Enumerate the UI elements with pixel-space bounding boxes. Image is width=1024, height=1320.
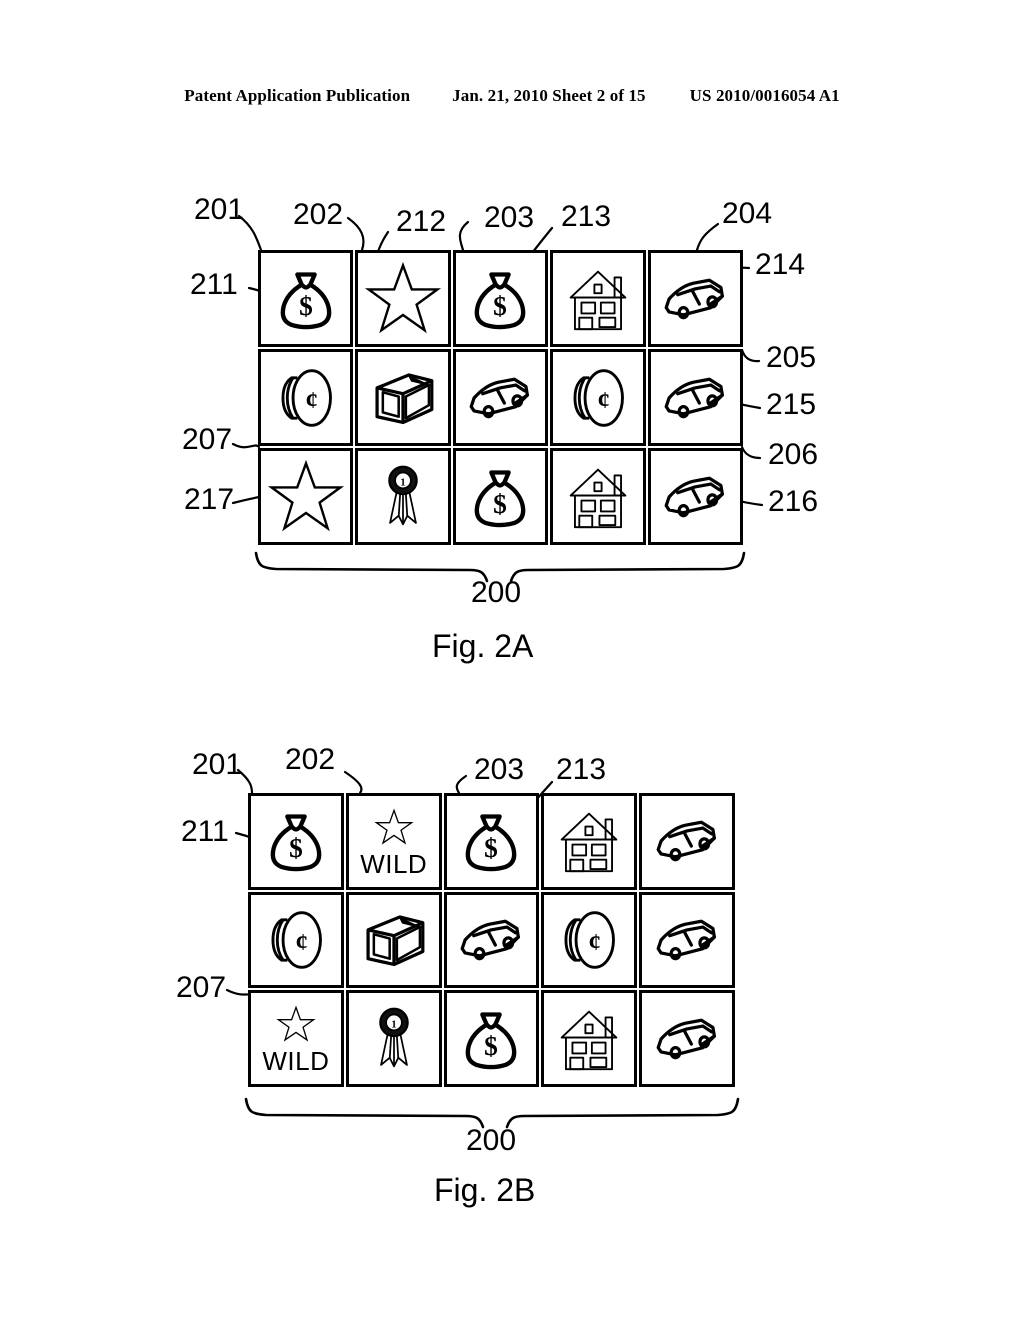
money-bag-symbol-icon: $ (455, 805, 527, 877)
house-symbol-icon (553, 1003, 625, 1075)
ref-213-fig2b: 213 (556, 753, 607, 786)
svg-text:$: $ (485, 833, 499, 863)
figure-2b-caption: Fig. 2B (434, 1172, 536, 1208)
svg-text:1: 1 (391, 1018, 396, 1030)
award-ribbon-symbol-icon: 1 (358, 1003, 430, 1075)
coin-symbol-icon: ¢ (260, 904, 332, 976)
car-symbol-icon (455, 904, 527, 976)
house-symbol-icon (553, 805, 625, 877)
reel-cell-1-2[interactable]: WILD (345, 793, 442, 890)
figure-2b-leader-lines (225, 768, 554, 998)
reel-cell-3-3[interactable]: $ (443, 990, 540, 1087)
figure-2b-brace (244, 1097, 740, 1129)
reel-cell-1-1[interactable]: $ (248, 793, 344, 890)
reel-cell-3-5[interactable] (639, 990, 735, 1087)
svg-text:$: $ (485, 1030, 499, 1060)
wild-star-symbol-icon (274, 1003, 318, 1047)
ref-207-fig2b: 207 (176, 971, 227, 1004)
svg-text:$: $ (289, 833, 303, 863)
reel-cell-2-3[interactable] (443, 891, 540, 989)
ref-211-fig2b: 211 (181, 815, 229, 848)
car-symbol-icon (651, 1003, 723, 1075)
ref-201-fig2b: 201 (192, 748, 243, 781)
reel-cell-2-4[interactable]: ¢ (541, 891, 638, 989)
money-bag-symbol-icon: $ (260, 805, 332, 877)
svg-text:¢: ¢ (296, 929, 308, 956)
coin-symbol-icon: ¢ (553, 904, 625, 976)
reel-cell-1-4[interactable] (541, 793, 638, 890)
reel-cell-2-1[interactable]: ¢ (248, 891, 344, 989)
car-symbol-icon (651, 805, 723, 877)
reel-cell-3-1[interactable]: WILD (248, 990, 344, 1087)
ref-200-fig2b: 200 (466, 1124, 517, 1157)
svg-text:¢: ¢ (589, 929, 601, 956)
money-bag-symbol-icon: $ (455, 1003, 527, 1075)
wild-label: WILD (262, 1046, 330, 1077)
reel-cell-3-2[interactable]: 1 (345, 990, 442, 1087)
patent-drawing-page: Patent Application Publication Jan. 21, … (0, 0, 1024, 1320)
ref-203-fig2b: 203 (474, 753, 525, 786)
reel-cell-3-4[interactable] (541, 990, 638, 1087)
figure-2b: 201 202 203 213 211 207 $ WILD $ ¢ ¢ WILD 1 $ 2… (0, 0, 1024, 1320)
wild-star-symbol-icon (372, 806, 416, 850)
reel-cell-2-2[interactable] (345, 891, 442, 989)
reel-cell-1-5[interactable] (639, 793, 735, 890)
wild-label: WILD (360, 848, 428, 879)
reel-cell-2-5[interactable] (639, 891, 735, 989)
slot-reel-grid-fig2b: $ WILD $ ¢ ¢ WILD 1 $ (248, 793, 735, 1087)
car-symbol-icon (651, 904, 723, 976)
reel-cell-1-3[interactable]: $ (443, 793, 540, 890)
television-symbol-icon (358, 904, 430, 976)
ref-202-fig2b: 202 (285, 743, 336, 776)
